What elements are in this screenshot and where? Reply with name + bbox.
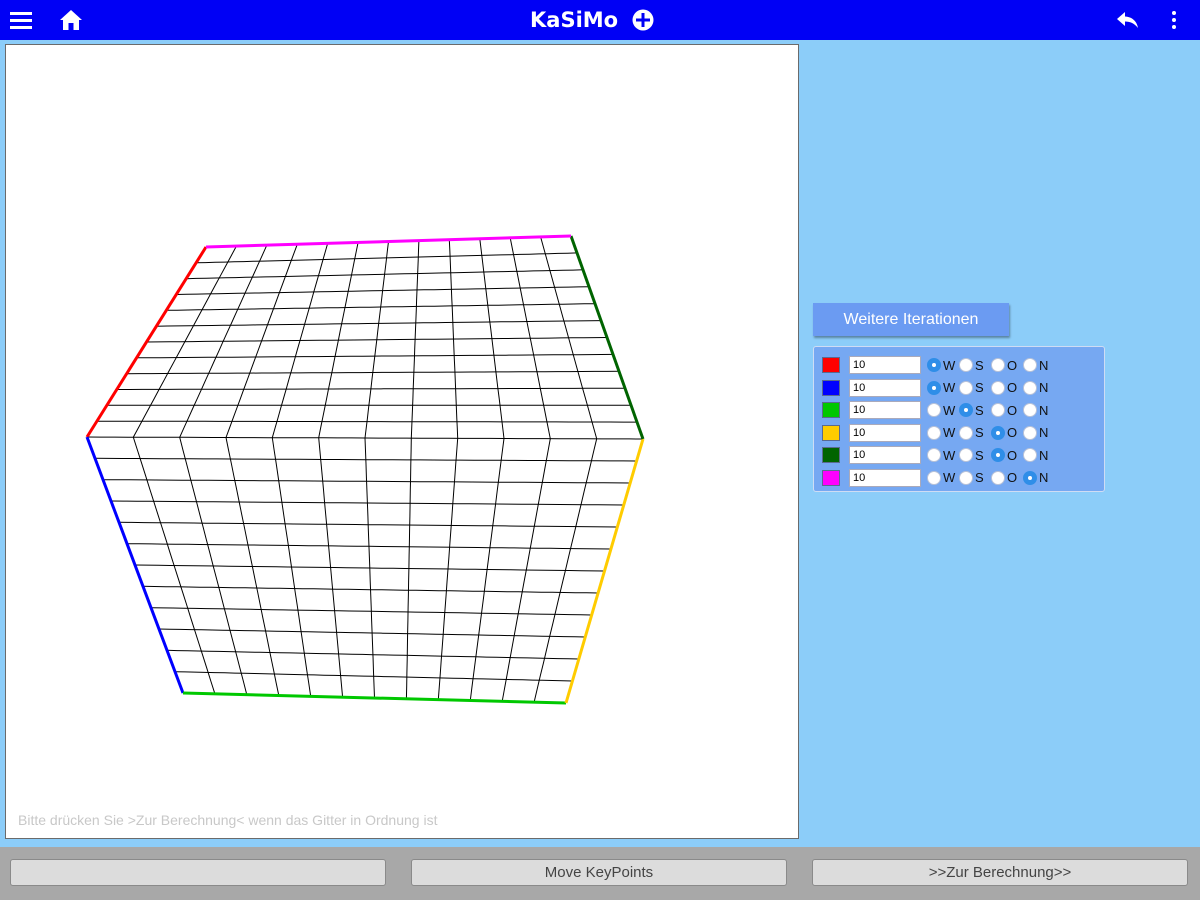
direction-label: W [943, 380, 956, 395]
edge-divisions-input[interactable] [849, 401, 921, 419]
direction-label: O [1007, 447, 1018, 463]
edge-row: WSON [822, 355, 1055, 375]
edge-color-swatch [822, 424, 840, 441]
direction-radio-s[interactable] [959, 470, 973, 485]
mesh-canvas[interactable]: Bitte drücken Sie >Zur Berechnung< wenn … [5, 44, 799, 839]
edge-divisions-input[interactable] [849, 468, 921, 487]
edge-color-swatch [822, 469, 840, 486]
plus-circle-icon[interactable] [632, 9, 654, 31]
direction-label: N [1039, 425, 1049, 440]
direction-radio-s[interactable] [959, 448, 973, 462]
direction-radio-n[interactable] [1023, 358, 1037, 372]
direction-label: O [1007, 380, 1018, 395]
edge-divisions-input[interactable] [849, 446, 921, 464]
direction-label: W [943, 447, 956, 463]
edge-divisions-input[interactable] [849, 356, 921, 374]
direction-radio-n[interactable] [1023, 425, 1037, 440]
move-keypoints-button[interactable]: Move KeyPoints [411, 859, 787, 886]
empty-toolbar-button[interactable] [10, 859, 386, 886]
direction-radio-s[interactable] [959, 358, 973, 372]
direction-label: W [943, 470, 956, 485]
app-title: KaSiMo [530, 8, 619, 32]
direction-label: O [1007, 425, 1018, 440]
edge-settings-panel: W S O N W S O N W S O N W S O N W S O N W S O N [813, 346, 1105, 492]
direction-radio-o[interactable] [991, 448, 1005, 462]
edge-row: WSON [822, 445, 1055, 465]
direction-label: N [1039, 402, 1049, 418]
bottom-toolbar: Move KeyPoints >>Zur Berechnung>> [0, 847, 1200, 900]
edge-color-swatch [822, 402, 840, 418]
mesh-line-vertical [179, 244, 268, 695]
direction-radio-s[interactable] [959, 403, 973, 417]
direction-label: S [975, 425, 984, 440]
direction-radio-w[interactable] [927, 358, 941, 372]
to-calculation-button[interactable]: >>Zur Berechnung>> [812, 859, 1188, 886]
edge-divisions-input[interactable] [849, 423, 921, 442]
mesh-line-vertical [405, 240, 420, 699]
edge-row: WSON [822, 423, 1055, 443]
mesh-line-vertical [364, 241, 389, 699]
direction-radio-w[interactable] [927, 403, 941, 417]
mesh-grid-svg[interactable] [6, 45, 798, 838]
mesh-line-vertical [318, 242, 359, 698]
direction-label: O [1007, 402, 1018, 418]
edge-color-swatch [822, 379, 840, 396]
direction-radio-w[interactable] [927, 380, 941, 395]
more-vertical-icon[interactable] [1166, 0, 1182, 40]
direction-label: N [1039, 380, 1049, 395]
direction-radio-s[interactable] [959, 380, 973, 395]
direction-label: S [975, 402, 984, 418]
direction-label: S [975, 357, 984, 373]
mesh-line-vertical [501, 237, 551, 702]
edge-divisions-input[interactable] [849, 378, 921, 397]
direction-radio-n[interactable] [1023, 448, 1037, 462]
direction-radio-n[interactable] [1023, 470, 1037, 485]
direction-radio-w[interactable] [927, 448, 941, 462]
direction-radio-o[interactable] [991, 470, 1005, 485]
direction-radio-n[interactable] [1023, 403, 1037, 417]
edge-color-swatch [822, 447, 840, 463]
direction-radio-w[interactable] [927, 425, 941, 440]
edge-row: WSON [822, 400, 1055, 420]
direction-label: W [943, 402, 956, 418]
direction-label: O [1007, 470, 1018, 485]
mesh-line-vertical [132, 245, 237, 694]
mesh-line-vertical [271, 243, 329, 697]
mesh-line-vertical [437, 239, 459, 700]
direction-label: S [975, 447, 984, 463]
direction-radio-o[interactable] [991, 358, 1005, 372]
direction-label: S [975, 380, 984, 395]
direction-label: N [1039, 447, 1049, 463]
more-iterations-button[interactable]: Weitere Iterationen [813, 303, 1009, 336]
direction-label: W [943, 425, 956, 440]
direction-radio-o[interactable] [991, 403, 1005, 417]
canvas-hint-text: Bitte drücken Sie >Zur Berechnung< wenn … [18, 812, 438, 828]
direction-radio-n[interactable] [1023, 380, 1037, 395]
direction-radio-o[interactable] [991, 380, 1005, 395]
direction-label: O [1007, 357, 1018, 373]
direction-radio-w[interactable] [927, 470, 941, 485]
direction-radio-o[interactable] [991, 425, 1005, 440]
direction-radio-s[interactable] [959, 425, 973, 440]
direction-label: N [1039, 357, 1049, 373]
direction-label: S [975, 470, 984, 485]
hamburger-menu-icon[interactable] [8, 0, 34, 40]
mesh-line-vertical [469, 238, 505, 701]
edge-row: WSON [822, 468, 1055, 488]
direction-label: W [943, 357, 956, 373]
reply-arrow-icon[interactable] [1114, 0, 1142, 40]
title-group: KaSiMo [530, 0, 654, 40]
home-icon[interactable] [58, 0, 84, 40]
edge-row: WSON [822, 378, 1055, 398]
top-app-bar: KaSiMo [0, 0, 1200, 40]
edge-color-swatch [822, 357, 840, 373]
direction-label: N [1039, 470, 1049, 485]
